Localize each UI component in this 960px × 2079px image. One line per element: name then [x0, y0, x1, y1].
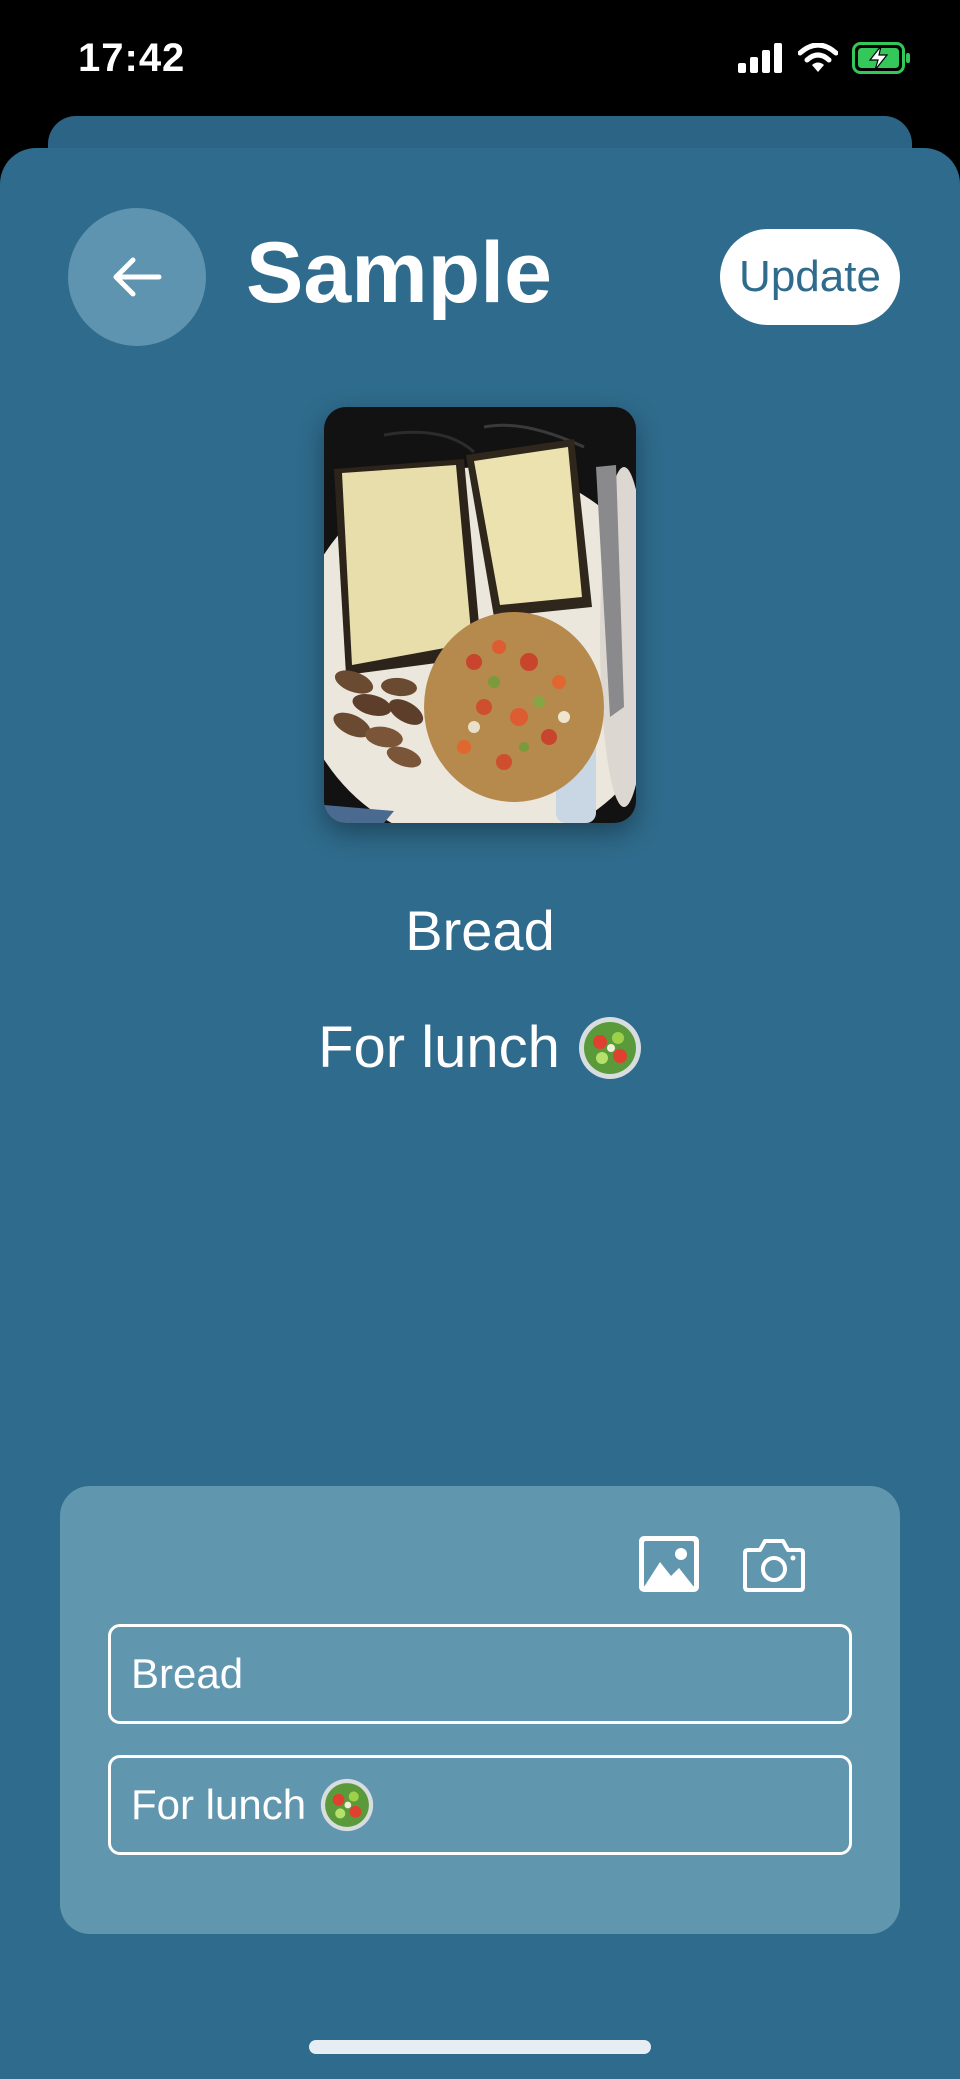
status-time: 17:42	[78, 36, 186, 80]
edit-form-card: Bread For lunch	[60, 1486, 900, 1934]
description-field-value: For lunch	[131, 1781, 307, 1828]
battery-charging-icon	[852, 42, 910, 74]
update-button[interactable]: Update	[720, 229, 900, 325]
status-bar: 17:42	[0, 0, 960, 118]
item-description: For lunch	[0, 1014, 960, 1081]
camera-button[interactable]	[742, 1534, 806, 1594]
name-field[interactable]: Bread	[108, 1624, 852, 1724]
food-photo[interactable]	[324, 407, 636, 823]
edit-sheet: Sample Update Bread For lunch Bread For …	[0, 148, 960, 2079]
status-icons	[738, 42, 912, 74]
item-name: Bread	[405, 899, 555, 962]
back-button[interactable]	[68, 208, 206, 346]
home-indicator[interactable]	[309, 2040, 651, 2054]
arrow-left-icon	[113, 257, 162, 297]
page-title: Sample	[246, 225, 552, 321]
salad-bowl-emoji	[320, 1778, 374, 1832]
gallery-button[interactable]	[637, 1534, 701, 1594]
camera-icon	[743, 1539, 805, 1592]
image-icon	[639, 1536, 699, 1592]
wifi-icon	[798, 43, 838, 72]
cellular-signal-icon	[738, 43, 782, 73]
name-field-value: Bread	[131, 1650, 244, 1697]
salad-bowl-emoji	[578, 1016, 641, 1079]
item-description-text: For lunch	[318, 1015, 560, 1080]
description-field[interactable]: For lunch	[108, 1755, 852, 1855]
